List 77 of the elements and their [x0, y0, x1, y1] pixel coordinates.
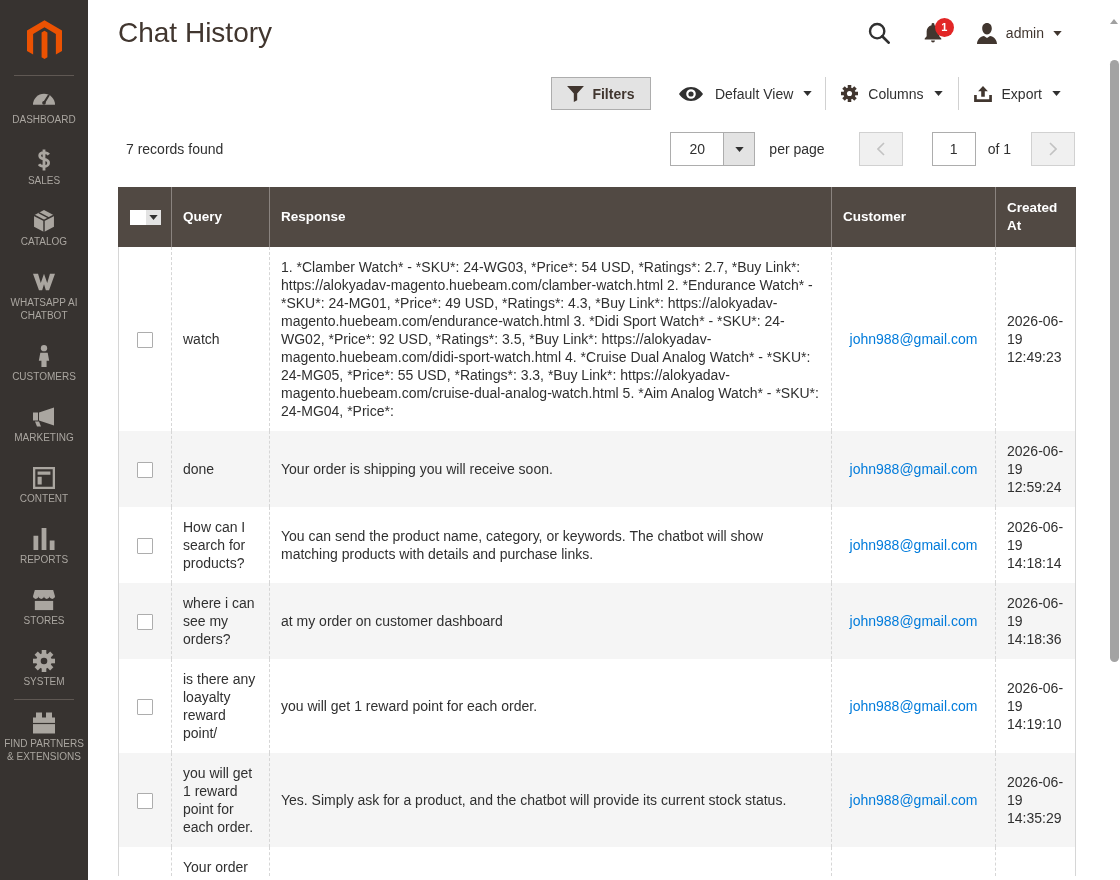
sidebar-item[interactable]: SALES	[0, 137, 88, 198]
column-header[interactable]: Created At	[995, 187, 1076, 247]
gear-icon	[841, 85, 859, 102]
view-dropdown[interactable]: Default View	[663, 77, 826, 110]
created-at-cell: 2026-06-19 14:18:36	[995, 583, 1076, 659]
user-icon	[976, 22, 997, 44]
sidebar-item[interactable]: CUSTOMERS	[0, 333, 88, 394]
column-header[interactable]: Query	[171, 187, 270, 247]
select-all-checkbox[interactable]	[130, 209, 146, 225]
created-at-cell: 2026-06-19 14:35:29	[995, 753, 1076, 847]
caret-icon	[1053, 30, 1062, 36]
sidebar-item[interactable]: MARKETING	[0, 394, 88, 455]
filters-button[interactable]: Filters	[550, 77, 651, 110]
page-title: Chat History	[118, 17, 274, 49]
caret-icon	[1052, 91, 1061, 96]
row-checkbox[interactable]	[137, 793, 153, 810]
page-number-input[interactable]: 1	[931, 132, 976, 166]
hexagon-logo-icon[interactable]	[26, 19, 62, 60]
row-checkbox[interactable]	[137, 614, 153, 631]
brick-icon	[33, 712, 55, 734]
query-cell: where i can see my orders?	[171, 583, 270, 659]
funnel-icon	[567, 85, 585, 102]
eye-icon	[678, 86, 703, 101]
caret-icon	[933, 91, 943, 96]
export-dropdown[interactable]: Export	[958, 77, 1075, 110]
customer-email-link[interactable]: john988@gmail.com	[849, 613, 978, 629]
scrollbar-thumb[interactable]	[1109, 60, 1119, 662]
sidebar-item[interactable]: FIND PARTNERS & EXTENSIONS	[0, 700, 88, 774]
column-header[interactable]: Customer	[831, 187, 996, 247]
columns-dropdown[interactable]: Columns	[826, 77, 958, 110]
per-page-label: per page	[769, 141, 825, 157]
sidebar-item[interactable]: CONTENT	[0, 455, 88, 516]
notification-badge: 1	[934, 18, 954, 37]
per-page-select[interactable]: 20	[670, 132, 725, 166]
caret-icon	[803, 91, 813, 96]
created-at-cell: 2026-06-19 12:59:24	[995, 431, 1076, 507]
scroll-up-arrow-icon[interactable]	[1110, 19, 1118, 24]
layout-icon	[33, 467, 55, 489]
records-count: 7 records found	[125, 141, 225, 157]
response-cell: Yes. Simply ask for a product, and the chatbot will provide its current stock status.	[269, 753, 832, 847]
chevron-left-icon	[876, 142, 885, 156]
caret-icon	[734, 146, 744, 152]
sidebar-item[interactable]: DASHBOARD	[0, 76, 88, 137]
response-cell: at my order on customer dashboard	[269, 583, 832, 659]
row-checkbox[interactable]	[137, 332, 153, 349]
customer-email-link[interactable]: john988@gmail.com	[849, 461, 978, 477]
user-menu-button[interactable]: admin	[976, 22, 1062, 44]
query-cell: Your order	[171, 847, 270, 876]
gear-icon	[33, 650, 55, 672]
column-header[interactable]: Response	[269, 187, 832, 247]
row-checkbox[interactable]	[137, 538, 153, 555]
sidebar-item[interactable]: STORES	[0, 577, 88, 638]
response-cell: Your order is shipping you will receive soon.	[269, 431, 832, 507]
w-shape-icon	[33, 271, 55, 293]
cube-icon	[33, 210, 55, 232]
per-page-toggle-button[interactable]	[724, 132, 756, 166]
chevron-right-icon	[1049, 142, 1057, 156]
customer-email-link[interactable]: john988@gmail.com	[849, 792, 978, 808]
storefront-icon	[33, 589, 55, 611]
row-checkbox[interactable]	[137, 699, 153, 716]
caret-icon	[146, 209, 161, 225]
sidebar-item[interactable]: SYSTEM	[0, 638, 88, 699]
query-cell: you will get 1 reward point for each order.	[171, 753, 270, 847]
search-icon[interactable]	[867, 22, 890, 44]
customer-email-link[interactable]: john988@gmail.com	[849, 698, 978, 714]
customer-email-link[interactable]: john988@gmail.com	[849, 331, 978, 347]
bar-chart-icon	[33, 528, 55, 550]
query-cell: done	[171, 431, 270, 507]
sidebar-item[interactable]: CATALOG	[0, 198, 88, 259]
page-total: of 1	[987, 141, 1011, 157]
upload-icon	[973, 85, 992, 102]
megaphone-icon	[33, 406, 55, 428]
customer-email-link[interactable]: john988@gmail.com	[849, 537, 978, 553]
sidebar-item[interactable]: REPORTS	[0, 516, 88, 577]
row-checkbox[interactable]	[137, 462, 153, 479]
select-all-dropdown[interactable]	[130, 209, 161, 225]
sidebar-item[interactable]: WHATSAPP AI CHATBOT	[0, 259, 88, 333]
